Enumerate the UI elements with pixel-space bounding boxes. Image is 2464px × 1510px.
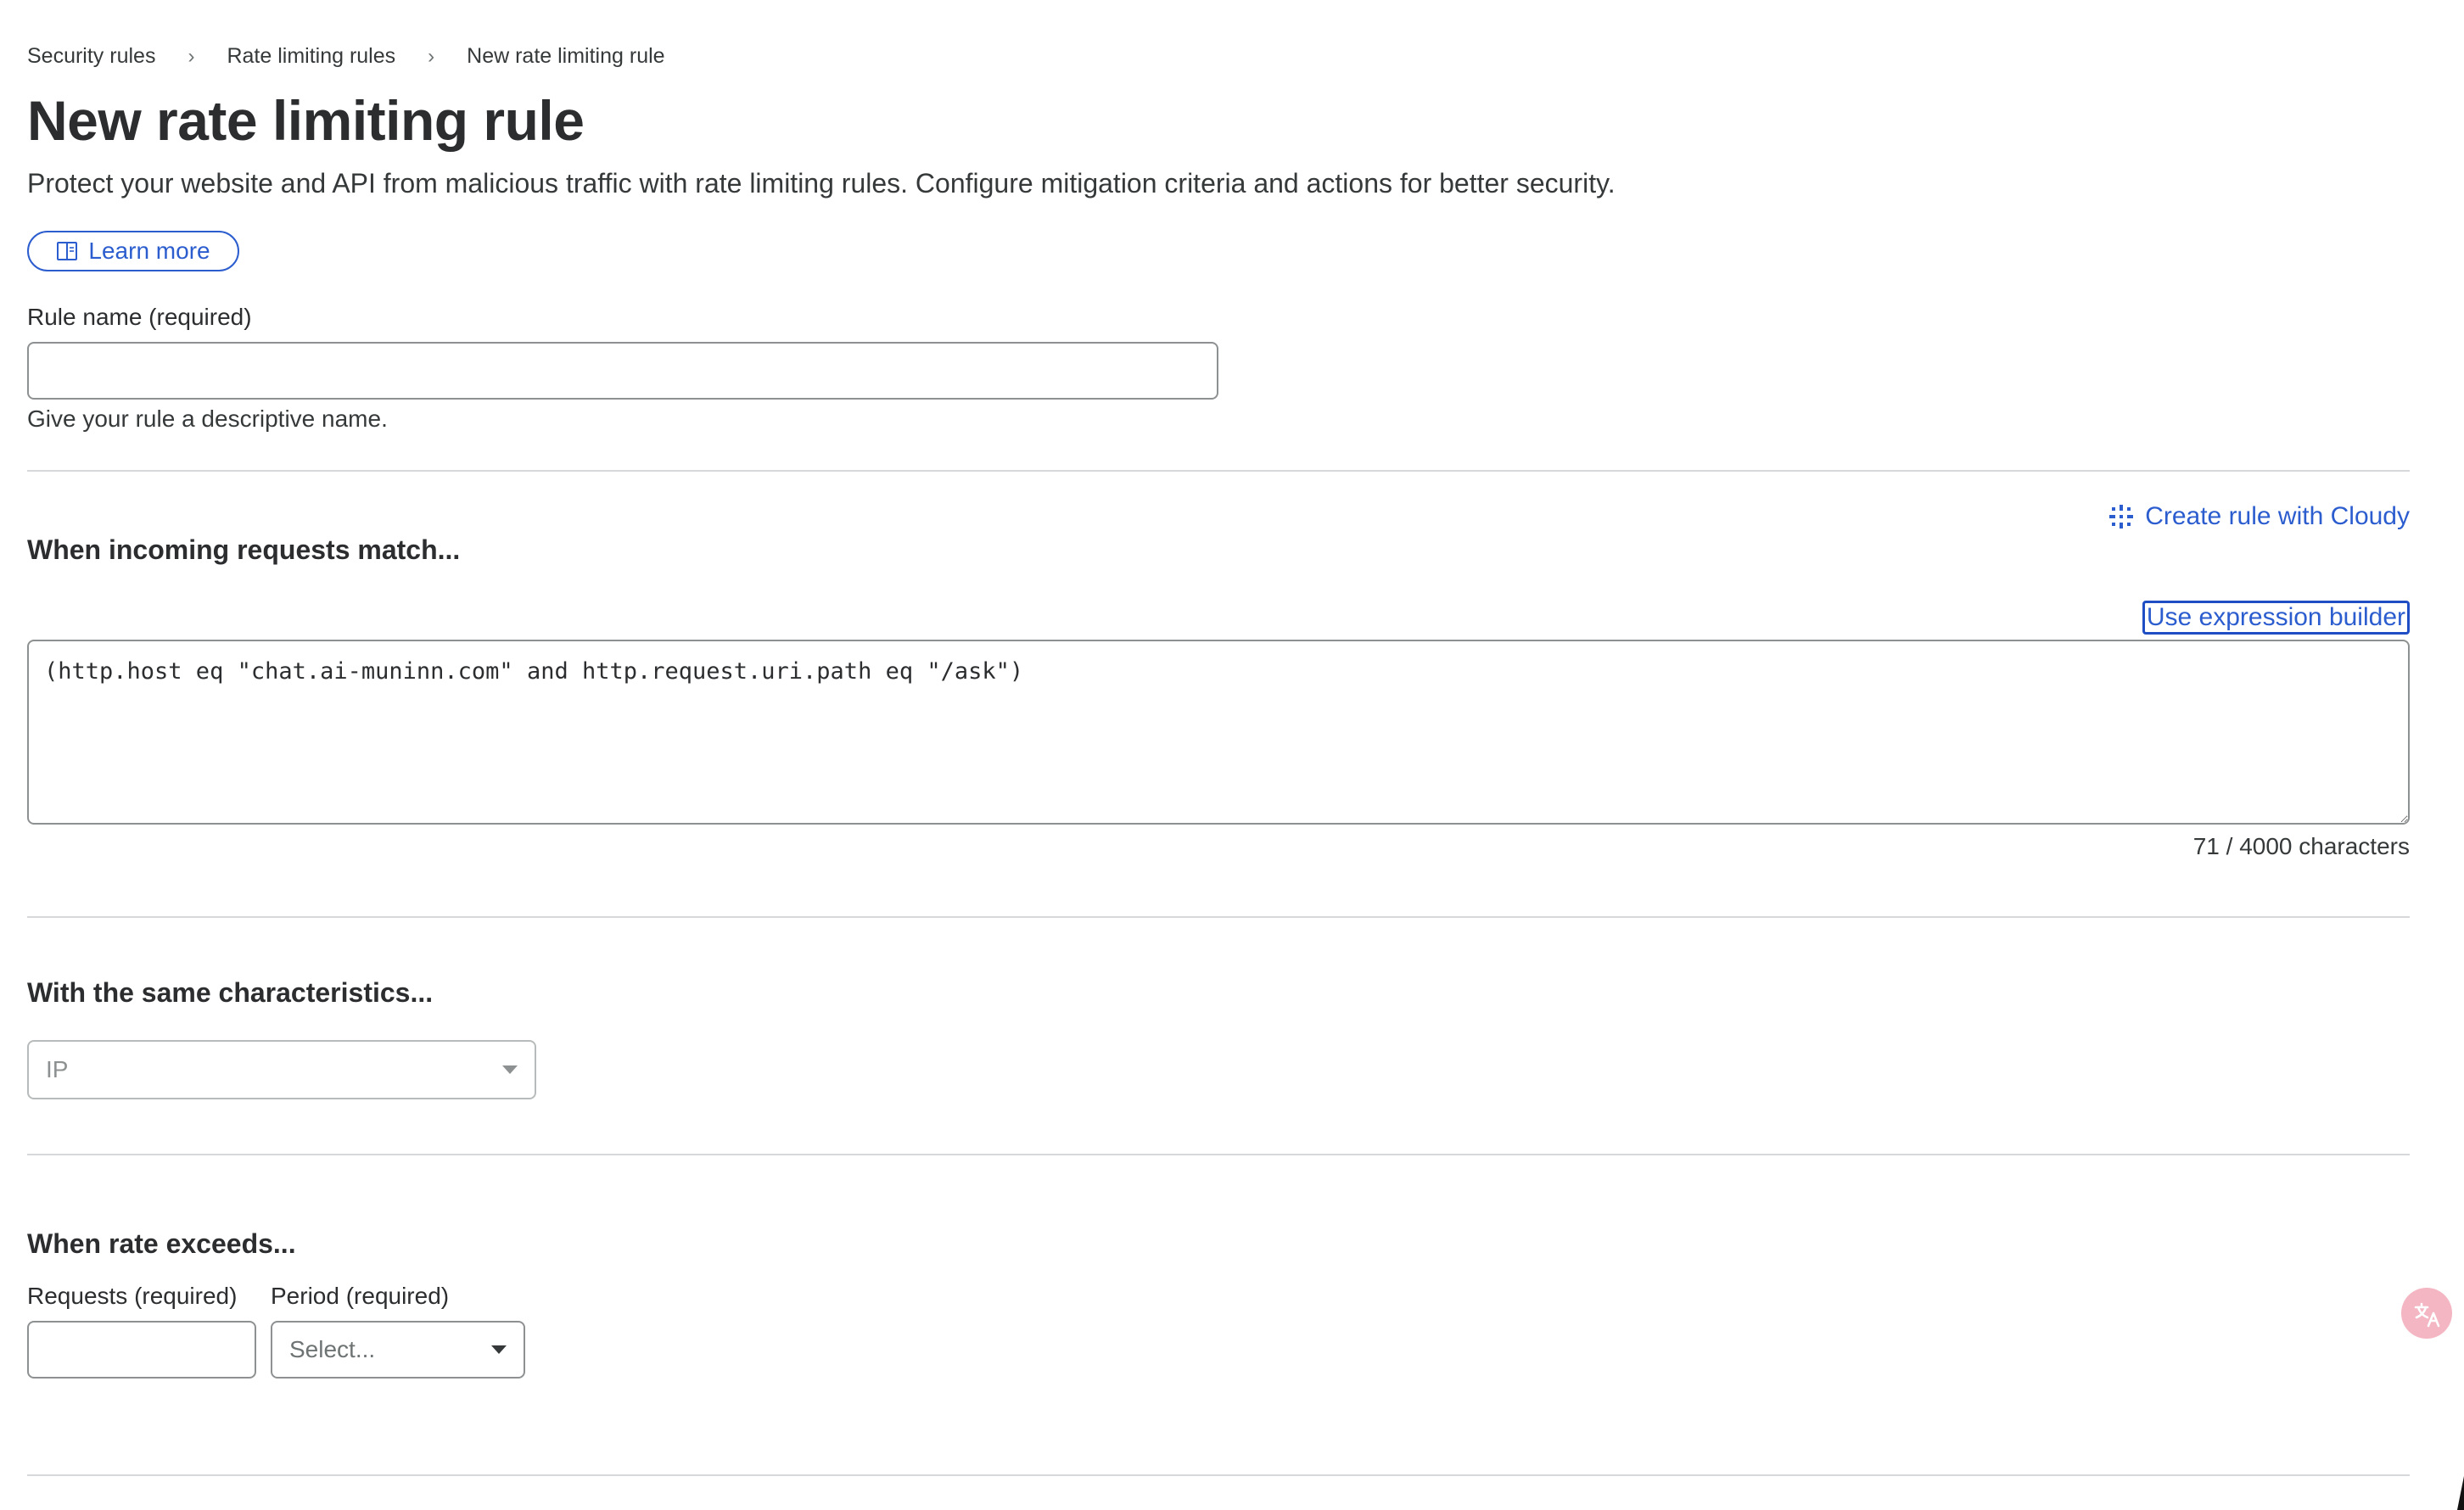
chevron-down-icon xyxy=(502,1065,518,1074)
scroll-corner-mark xyxy=(2457,1476,2464,1510)
translate-icon xyxy=(2414,1302,2440,1328)
sparkle-icon xyxy=(2109,505,2134,528)
create-rule-with-cloudy-label: Create rule with Cloudy xyxy=(2145,502,2410,530)
period-label: Period (required) xyxy=(271,1283,450,1309)
breadcrumb-current: New rate limiting rule xyxy=(467,44,665,68)
expression-editor[interactable]: (http.host eq "chat.ai-muninn.com" and h… xyxy=(27,640,2410,825)
character-count: 71 / 4000 characters xyxy=(2192,833,2410,859)
period-select-placeholder: Select... xyxy=(289,1336,376,1362)
rule-name-label: Rule name (required) xyxy=(27,304,252,330)
section-divider xyxy=(27,1154,2410,1155)
rule-name-helper: Give your rule a descriptive name. xyxy=(27,405,388,432)
chevron-down-icon xyxy=(491,1345,507,1354)
rule-name-input[interactable] xyxy=(27,342,1218,400)
breadcrumb-separator-icon: › xyxy=(188,44,195,68)
breadcrumb: Security rules › Rate limiting rules › N… xyxy=(27,44,665,69)
requests-label: Requests (required) xyxy=(27,1283,238,1309)
page-title: New rate limiting rule xyxy=(27,89,585,152)
rate-section-title: When rate exceeds... xyxy=(27,1228,296,1259)
breadcrumb-security-rules[interactable]: Security rules xyxy=(27,44,155,69)
section-divider xyxy=(27,470,2410,472)
match-section-title: When incoming requests match... xyxy=(27,534,461,565)
breadcrumb-separator-icon: › xyxy=(428,44,435,68)
section-divider xyxy=(27,1474,2410,1476)
learn-more-label: Learn more xyxy=(88,238,210,264)
use-expression-builder-link[interactable]: Use expression builder xyxy=(2142,601,2410,635)
period-select[interactable]: Select... xyxy=(271,1321,525,1379)
rate-limiting-rule-page: Security rules › Rate limiting rules › N… xyxy=(0,0,2464,1510)
characteristics-select-value: IP xyxy=(46,1056,69,1082)
requests-input[interactable] xyxy=(27,1321,256,1379)
characteristics-select: IP xyxy=(27,1040,536,1099)
learn-more-button[interactable]: Learn more xyxy=(27,231,239,271)
create-rule-with-cloudy-link[interactable]: Create rule with Cloudy xyxy=(2108,502,2410,531)
book-icon xyxy=(57,242,78,260)
characteristics-section-title: With the same characteristics... xyxy=(27,977,434,1008)
section-divider xyxy=(27,916,2410,918)
page-description: Protect your website and API from malici… xyxy=(27,168,1616,199)
breadcrumb-rate-limiting-rules[interactable]: Rate limiting rules xyxy=(227,44,395,69)
translate-button[interactable] xyxy=(2401,1288,2452,1339)
